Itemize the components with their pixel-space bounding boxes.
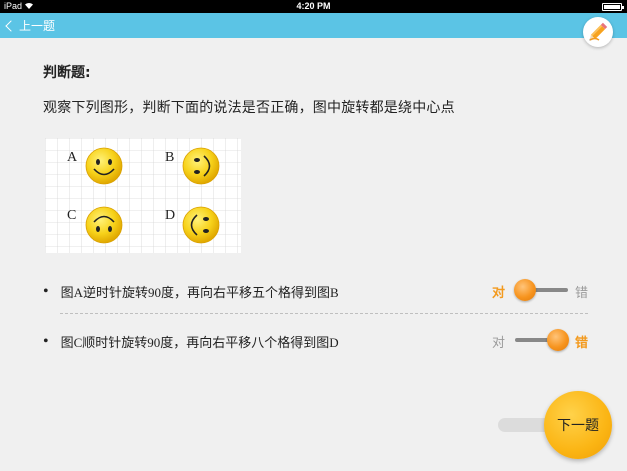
bullet-icon: •	[43, 332, 49, 350]
statement-2: • 图C顺时针旋转90度，再向右平移八个格得到图D	[43, 332, 339, 351]
back-label: 上一题	[19, 19, 56, 33]
statement-1-false-label[interactable]: 错	[575, 282, 588, 301]
back-button[interactable]: 上一题	[5, 16, 55, 35]
statement-1-text: 图A逆时针旋转90度，再向右平移五个格得到图B	[60, 285, 339, 300]
smiley-face-c	[85, 206, 123, 244]
toggle-knob[interactable]	[514, 279, 536, 301]
pencil-icon	[589, 22, 608, 41]
divider	[60, 313, 588, 314]
status-time: 4:20 PM	[296, 1, 331, 11]
status-bar: iPad 4:20 PM	[0, 0, 627, 13]
toggle-knob[interactable]	[547, 329, 569, 351]
figure-label-a: A	[67, 150, 78, 165]
smiley-face-a	[85, 147, 123, 185]
bullet-icon: •	[43, 282, 49, 300]
smiley-face-d	[182, 206, 220, 244]
smiley-face-b	[182, 147, 220, 185]
question-type-label: 判断题:	[43, 65, 91, 81]
figure-label-d: D	[165, 208, 175, 223]
statement-2-false-label[interactable]: 错	[575, 332, 588, 351]
statement-1-true-label[interactable]: 对	[492, 282, 505, 301]
next-question-button[interactable]: 下一题	[544, 391, 612, 459]
statement-2-toggle[interactable]: 对 错	[489, 329, 594, 351]
statement-1: • 图A逆时针旋转90度，再向右平移五个格得到图B	[43, 282, 339, 301]
smiley-figure: A B C D	[45, 138, 241, 253]
nav-bar: 上一题	[0, 13, 627, 38]
statement-2-true-label[interactable]: 对	[492, 332, 505, 351]
statement-2-text: 图C顺时针旋转90度，再向右平移八个格得到图D	[60, 335, 339, 350]
pencil-button[interactable]	[583, 17, 613, 47]
next-question-label: 下一题	[557, 418, 599, 434]
battery-icon	[602, 3, 624, 11]
chevron-left-icon	[5, 19, 17, 32]
figure-label-b: B	[165, 150, 174, 165]
figure-label-c: C	[67, 208, 76, 223]
statement-1-toggle[interactable]: 对 错	[489, 279, 594, 301]
question-prompt: 观察下列图形，判断下面的说法是否正确，图中旋转都是绕中心点	[43, 100, 455, 116]
